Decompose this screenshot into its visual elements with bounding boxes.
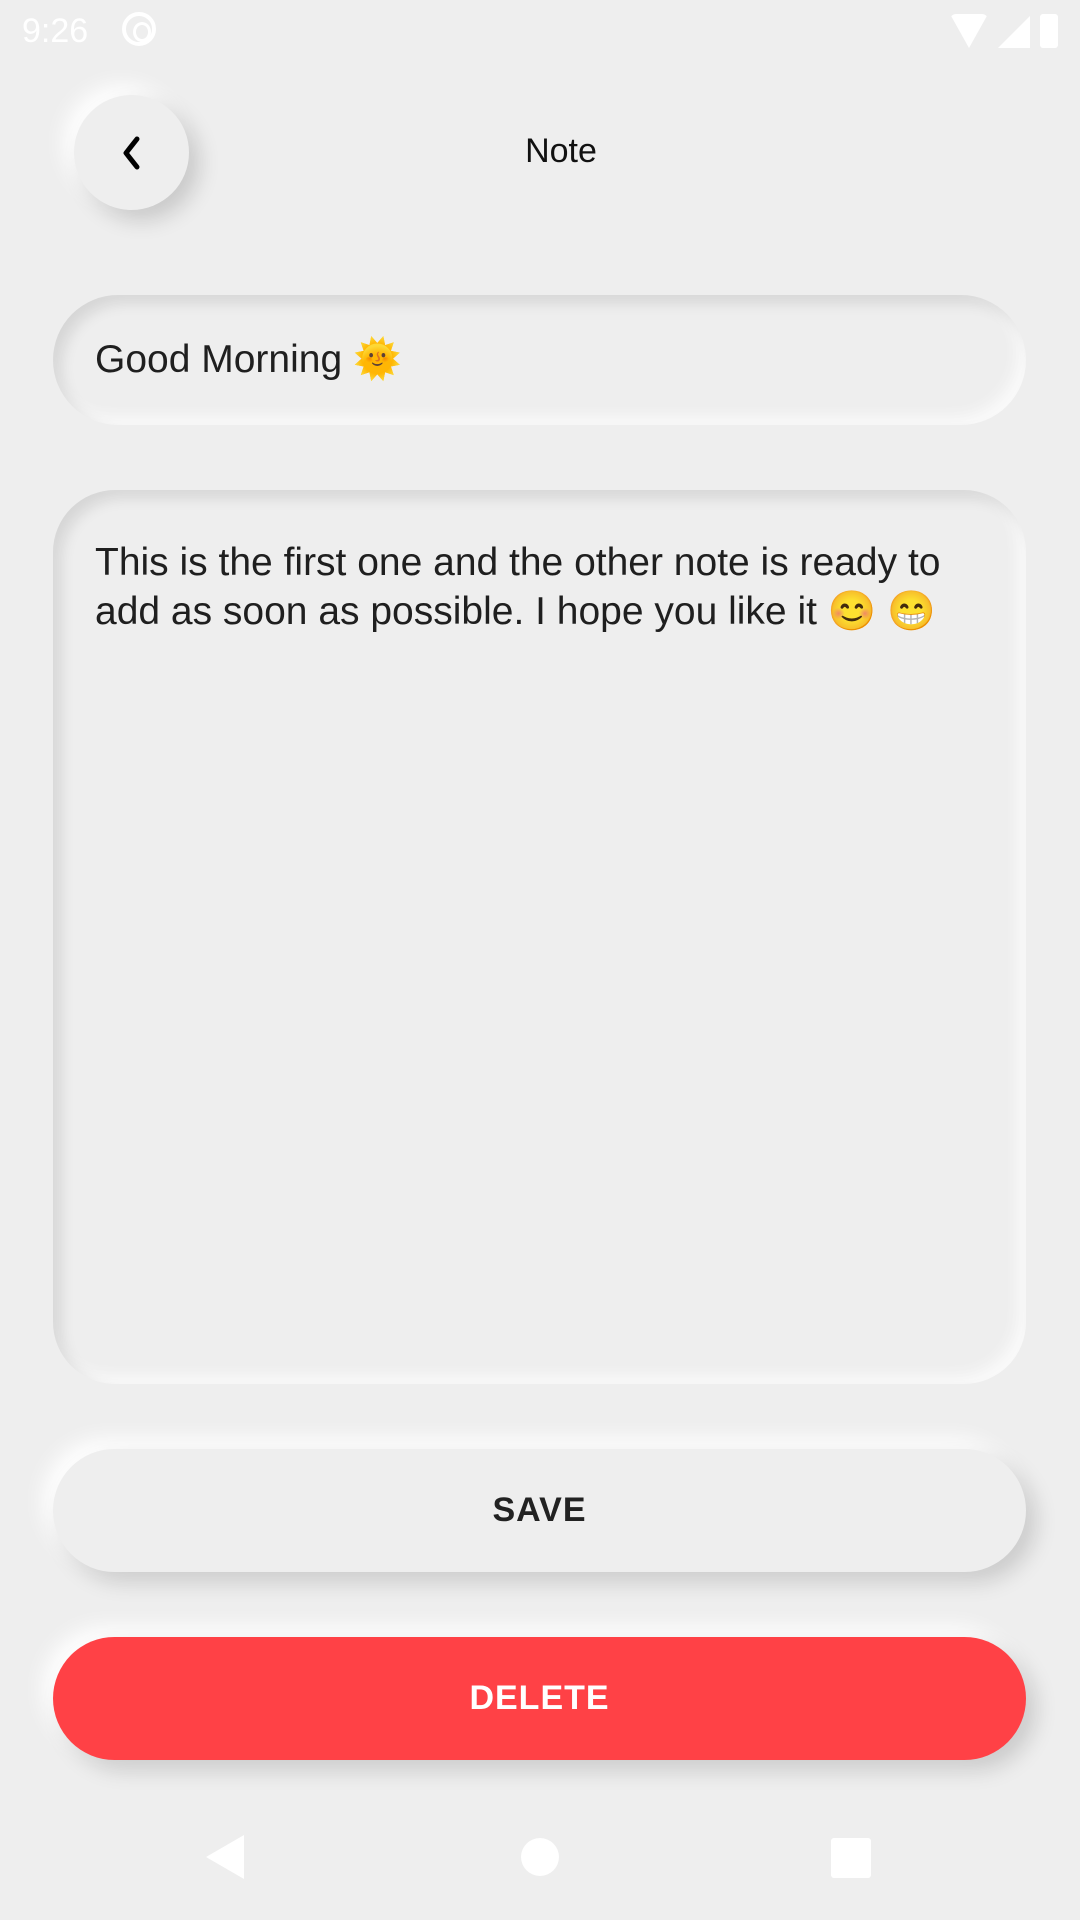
page-title: Note	[525, 132, 597, 170]
delete-button[interactable]: DELETE	[53, 1637, 1026, 1760]
save-button[interactable]: SAVE	[53, 1449, 1026, 1572]
note-body-input[interactable]: This is the first one and the other note…	[53, 490, 1026, 1384]
battery-icon	[1040, 14, 1058, 48]
navigation-bar	[0, 1800, 1080, 1920]
status-time: 9:26	[22, 12, 89, 50]
signal-icon	[998, 16, 1030, 48]
status-bar: 9:26	[0, 0, 1080, 63]
notification-icon	[122, 12, 156, 46]
nav-recents-icon[interactable]	[831, 1838, 871, 1878]
note-title-input[interactable]: Good Morning 🌞	[53, 295, 1026, 425]
system-icons	[950, 14, 1058, 48]
wifi-icon	[950, 14, 988, 48]
nav-back-icon[interactable]	[206, 1835, 244, 1879]
nav-home-icon[interactable]	[521, 1838, 559, 1876]
